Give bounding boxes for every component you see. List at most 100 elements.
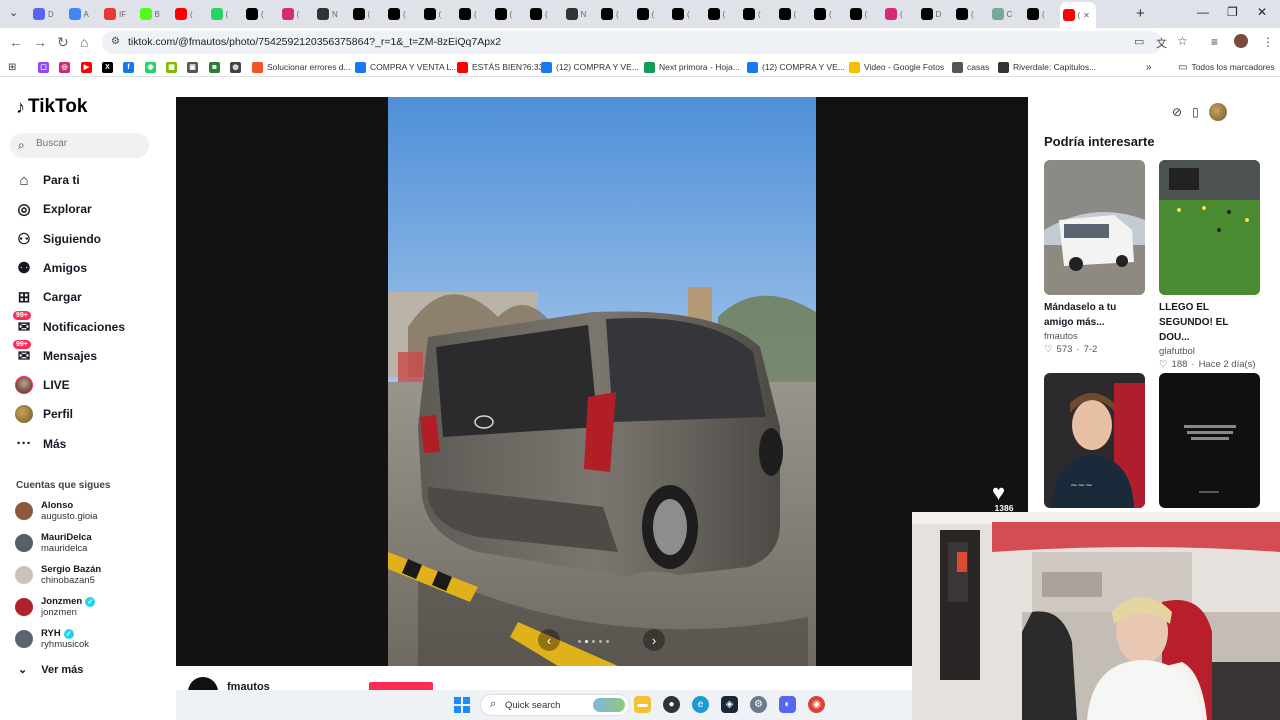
- suggestion-card[interactable]: LLEGO EL SEGUNDO! EL DOU... glafutbol ♡ …: [1159, 160, 1260, 370]
- nav-item-siguiendo[interactable]: ⚇ Siguiendo: [15, 228, 101, 250]
- following-account[interactable]: MauriDelca mauridelca: [15, 529, 92, 557]
- browser-tab[interactable]: (: [669, 4, 703, 24]
- suggestion-card[interactable]: ~~~: [1044, 373, 1145, 508]
- bookmark-item[interactable]: Next primora - Hoja...: [644, 60, 740, 74]
- bookmark-item[interactable]: ESTÁS BIEN?6:33: [457, 60, 543, 74]
- browser-tab[interactable]: (✕: [1059, 2, 1096, 28]
- following-account[interactable]: RYH ✓ ryhmusicok: [15, 625, 89, 653]
- instagram-icon[interactable]: ◎: [59, 60, 70, 74]
- follow-button[interactable]: [369, 682, 433, 690]
- reading-list-icon[interactable]: ≡: [1211, 35, 1218, 49]
- restore-icon[interactable]: ❐: [1227, 5, 1238, 19]
- carousel-dot-active[interactable]: [585, 640, 588, 643]
- browser-tab[interactable]: (: [811, 4, 845, 24]
- nav-item-live[interactable]: LIVE: [15, 374, 70, 396]
- browser-tab[interactable]: N: [314, 4, 348, 24]
- browser-tab[interactable]: D: [918, 4, 952, 24]
- browser-tab[interactable]: (: [776, 4, 810, 24]
- windows-start-icon[interactable]: [454, 697, 470, 713]
- browser-tab[interactable]: (: [847, 4, 881, 24]
- see-more-button[interactable]: ⌄ Ver más: [18, 663, 83, 677]
- bookmark-item[interactable]: Solucionar errores d...: [252, 60, 351, 74]
- carousel-next-button[interactable]: ›: [643, 629, 665, 651]
- browser-tab[interactable]: B: [137, 4, 171, 24]
- suggestion-thumbnail[interactable]: [1044, 160, 1145, 295]
- browser-tab[interactable]: (: [953, 4, 987, 24]
- suggestion-card[interactable]: [1159, 373, 1260, 508]
- translate-icon[interactable]: 文: [1156, 35, 1167, 51]
- carousel-dot[interactable]: [599, 640, 602, 643]
- post-photo[interactable]: ▶ ‹ ›: [388, 97, 816, 666]
- address-bar[interactable]: ⚙ tiktok.com/@fmautos/photo/754259212035…: [102, 31, 1188, 54]
- following-account[interactable]: Jonzmen ✓ jonzmen: [15, 593, 96, 621]
- browser-tab[interactable]: C: [989, 4, 1023, 24]
- site-info-icon[interactable]: ⚙: [111, 36, 120, 47]
- following-account[interactable]: Sergio Bazán chinobazan5: [15, 561, 101, 589]
- nav-item-explorar[interactable]: ◎ Explorar: [15, 198, 91, 220]
- suggestion-thumbnail[interactable]: [1159, 373, 1260, 508]
- suggestion-card[interactable]: Mándaselo a tu amigo más... fmautos ♡ 57…: [1044, 160, 1145, 355]
- browser-tab[interactable]: (: [527, 4, 561, 24]
- carousel-dot[interactable]: [606, 640, 609, 643]
- forward-icon[interactable]: →: [33, 34, 47, 50]
- suggestion-title[interactable]: Mándaselo a tu amigo más...: [1044, 300, 1145, 330]
- microsoft-icon[interactable]: ▦: [166, 60, 177, 74]
- file-explorer-icon[interactable]: ▬: [634, 696, 651, 713]
- nav-item-perfil[interactable]: Perfil: [15, 403, 73, 425]
- profile-avatar-icon[interactable]: [1234, 34, 1248, 48]
- all-bookmarks[interactable]: ▭ Todos los marcadores: [1178, 60, 1275, 74]
- browser-tab[interactable]: IF: [101, 4, 135, 24]
- bookmarks-overflow-icon[interactable]: »: [1146, 60, 1152, 74]
- search-input[interactable]: [36, 138, 141, 149]
- avatar[interactable]: [1208, 103, 1227, 121]
- suggestion-thumbnail[interactable]: [1159, 160, 1260, 295]
- browser-tab[interactable]: A: [66, 4, 100, 24]
- browser-tab[interactable]: (: [456, 4, 490, 24]
- browser-tab[interactable]: (: [421, 4, 455, 24]
- browser-tab[interactable]: (: [1024, 4, 1058, 24]
- nav-item-para-ti[interactable]: ⌂ Para ti: [15, 169, 79, 191]
- tab-search-icon[interactable]: ⌄: [9, 6, 18, 19]
- home-button-icon[interactable]: ⌂: [80, 34, 88, 50]
- facebook-icon[interactable]: f: [123, 60, 134, 74]
- bookmark-item[interactable]: (12) COMPRA Y VE...: [747, 60, 845, 74]
- settings-gear-icon[interactable]: ⚙: [750, 696, 767, 713]
- carousel-prev-button[interactable]: ‹: [538, 629, 560, 651]
- x-icon[interactable]: X: [102, 60, 113, 74]
- photos-icon[interactable]: ▣: [187, 60, 198, 74]
- nav-item-cargar[interactable]: ⊞ Cargar: [15, 286, 82, 308]
- browser-tab[interactable]: (: [634, 4, 668, 24]
- browser-tab[interactable]: (: [598, 4, 632, 24]
- apps-grid-icon[interactable]: ⊞: [8, 60, 16, 74]
- twitch-icon[interactable]: ▢: [38, 60, 49, 74]
- nav-item-amigos[interactable]: ⚉ Amigos: [15, 257, 87, 279]
- browser-tab[interactable]: (: [208, 4, 242, 24]
- following-account[interactable]: Alonso augusto.gioia: [15, 497, 98, 525]
- edge-icon[interactable]: e: [692, 696, 709, 713]
- back-icon[interactable]: ←: [9, 34, 23, 50]
- browser-tab[interactable]: (: [385, 4, 419, 24]
- browser-tab[interactable]: (: [882, 4, 916, 24]
- browser-tab[interactable]: (: [492, 4, 526, 24]
- browser-tab[interactable]: (: [350, 4, 384, 24]
- carousel-dot[interactable]: [578, 640, 581, 643]
- tiktok-logo[interactable]: ♪ TikTok: [16, 96, 87, 118]
- new-tab-button[interactable]: +: [1136, 5, 1145, 22]
- taskbar-search[interactable]: ⌕ Quick search: [480, 694, 630, 716]
- nav-item-notificaciones[interactable]: ✉ 99+ Notificaciones: [13, 310, 125, 338]
- search-input-wrapper[interactable]: ⌕: [10, 133, 149, 158]
- bookmark-star-icon[interactable]: ☆: [1177, 34, 1188, 48]
- minimize-icon[interactable]: —: [1197, 5, 1209, 19]
- compass-icon[interactable]: ⊘: [1172, 105, 1182, 119]
- browser-tab[interactable]: N: [563, 4, 597, 24]
- browser-tab[interactable]: (: [705, 4, 739, 24]
- camera-icon[interactable]: ◙: [209, 60, 220, 74]
- suggestion-title[interactable]: LLEGO EL SEGUNDO! EL DOU...: [1159, 300, 1260, 345]
- youtube-icon[interactable]: ▶: [81, 60, 92, 74]
- suggestion-author[interactable]: glafutbol: [1159, 346, 1260, 357]
- suggestion-author[interactable]: fmautos: [1044, 331, 1145, 342]
- chrome-icon[interactable]: ◉: [808, 696, 825, 713]
- browser-tab[interactable]: (: [740, 4, 774, 24]
- bookmark-item[interactable]: casas: [952, 60, 989, 74]
- bookmark-item[interactable]: (12) COMPRA Y VE...: [541, 60, 639, 74]
